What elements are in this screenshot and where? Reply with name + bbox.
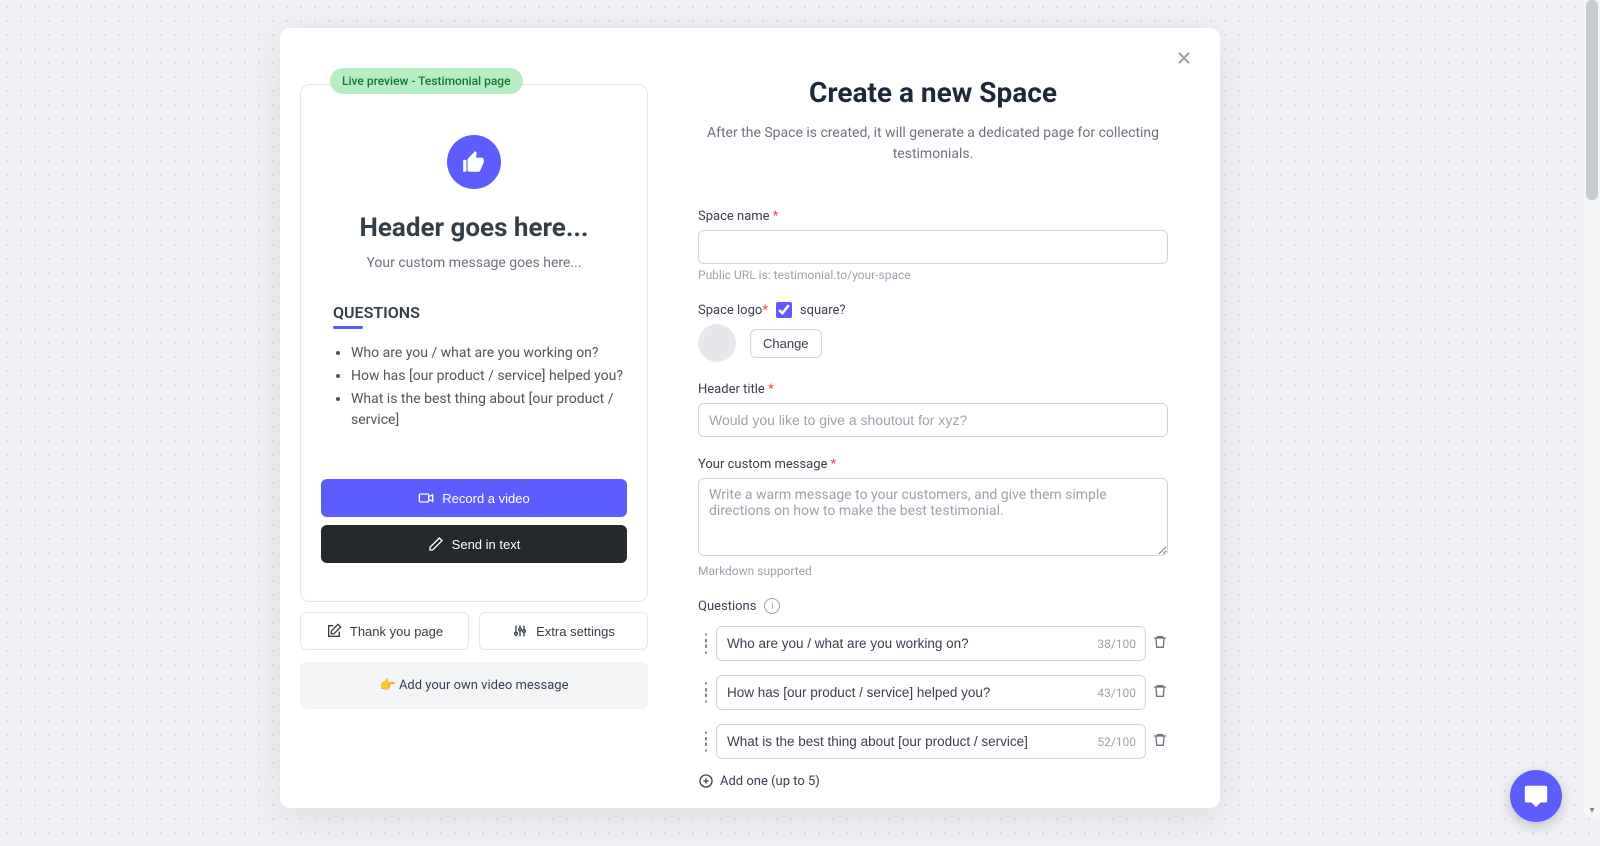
custom-message-textarea[interactable] xyxy=(698,478,1168,556)
close-button[interactable] xyxy=(1174,48,1194,72)
preview-badge: Live preview - Testimonial page xyxy=(330,68,523,94)
space-logo-label: Space logo* xyxy=(698,303,768,318)
questions-label: Questions xyxy=(698,599,756,614)
add-question-label: Add one (up to 5) xyxy=(720,774,820,789)
space-name-input[interactable] xyxy=(698,230,1168,264)
space-name-label: Space name * xyxy=(698,209,1168,224)
logo-placeholder xyxy=(698,324,736,362)
pencil-icon xyxy=(428,536,444,552)
delete-question-button[interactable] xyxy=(1152,683,1168,703)
edit-square-icon xyxy=(326,623,342,639)
trash-icon xyxy=(1152,634,1168,650)
sliders-icon xyxy=(512,623,528,639)
square-label: square? xyxy=(800,303,846,318)
preview-message: Your custom message goes here... xyxy=(321,255,627,271)
delete-question-button[interactable] xyxy=(1152,634,1168,654)
question-row: ⋮⋮ 52/100 xyxy=(698,724,1168,759)
chat-icon xyxy=(1523,783,1549,809)
question-item: How has [our product / service] helped y… xyxy=(351,366,627,387)
question-item: Who are you / what are you working on? xyxy=(351,343,627,364)
custom-message-label: Your custom message * xyxy=(698,457,1168,472)
record-video-button[interactable]: Record a video xyxy=(321,479,627,517)
send-text-button[interactable]: Send in text xyxy=(321,525,627,563)
form-panel: Create a new Space After the Space is cr… xyxy=(698,76,1168,808)
create-space-modal: Live preview - Testimonial page Header g… xyxy=(280,28,1220,808)
preview-panel: Live preview - Testimonial page Header g… xyxy=(300,84,648,709)
square-checkbox[interactable] xyxy=(776,302,792,318)
info-icon[interactable]: i xyxy=(764,598,780,614)
questions-title: QUESTIONS xyxy=(333,303,627,322)
trash-icon xyxy=(1152,683,1168,699)
preview-card: Header goes here... Your custom message … xyxy=(300,84,648,602)
add-question-button[interactable]: Add one (up to 5) xyxy=(698,773,1168,789)
question-input[interactable] xyxy=(716,675,1146,710)
video-message-banner[interactable]: 👉 Add your own video message xyxy=(300,662,648,709)
question-row: ⋮⋮ 43/100 xyxy=(698,675,1168,710)
question-row: ⋮⋮ 38/100 xyxy=(698,626,1168,661)
questions-list: Who are you / what are you working on? H… xyxy=(321,343,627,431)
trash-icon xyxy=(1152,732,1168,748)
thumbs-up-icon xyxy=(461,149,487,175)
drag-handle-icon[interactable]: ⋮⋮ xyxy=(698,686,710,699)
scrollbar-down-button[interactable]: ▾ xyxy=(1584,802,1600,818)
page-scrollbar[interactable]: ▾ xyxy=(1584,0,1600,818)
extra-settings-button[interactable]: Extra settings xyxy=(479,612,648,650)
markdown-helper: Markdown supported xyxy=(698,564,1168,578)
question-input[interactable] xyxy=(716,724,1146,759)
intercom-launcher[interactable] xyxy=(1510,770,1562,822)
header-title-label: Header title * xyxy=(698,382,1168,397)
close-icon xyxy=(1174,48,1194,68)
logo-avatar xyxy=(447,135,501,189)
header-title-input[interactable] xyxy=(698,403,1168,437)
page-title: Create a new Space xyxy=(698,76,1168,109)
scrollbar-thumb[interactable] xyxy=(1586,0,1598,200)
questions-underline xyxy=(333,326,363,329)
thank-you-page-button[interactable]: Thank you page xyxy=(300,612,469,650)
question-counter: 52/100 xyxy=(1097,735,1136,749)
page-subtitle: After the Space is created, it will gene… xyxy=(698,123,1168,165)
video-banner-text: 👉 Add your own video message xyxy=(380,678,569,693)
change-logo-button[interactable]: Change xyxy=(750,329,822,358)
plus-circle-icon xyxy=(698,773,714,789)
question-counter: 43/100 xyxy=(1097,686,1136,700)
video-icon xyxy=(418,490,434,506)
send-text-label: Send in text xyxy=(452,537,521,552)
preview-header: Header goes here... xyxy=(321,213,627,243)
question-input[interactable] xyxy=(716,626,1146,661)
question-item: What is the best thing about [our produc… xyxy=(351,389,627,431)
question-counter: 38/100 xyxy=(1097,637,1136,651)
record-video-label: Record a video xyxy=(442,491,529,506)
delete-question-button[interactable] xyxy=(1152,732,1168,752)
drag-handle-icon[interactable]: ⋮⋮ xyxy=(698,637,710,650)
space-name-helper: Public URL is: testimonial.to/your-space xyxy=(698,268,1168,282)
drag-handle-icon[interactable]: ⋮⋮ xyxy=(698,735,710,748)
extra-settings-label: Extra settings xyxy=(536,624,615,639)
thank-you-label: Thank you page xyxy=(350,624,443,639)
